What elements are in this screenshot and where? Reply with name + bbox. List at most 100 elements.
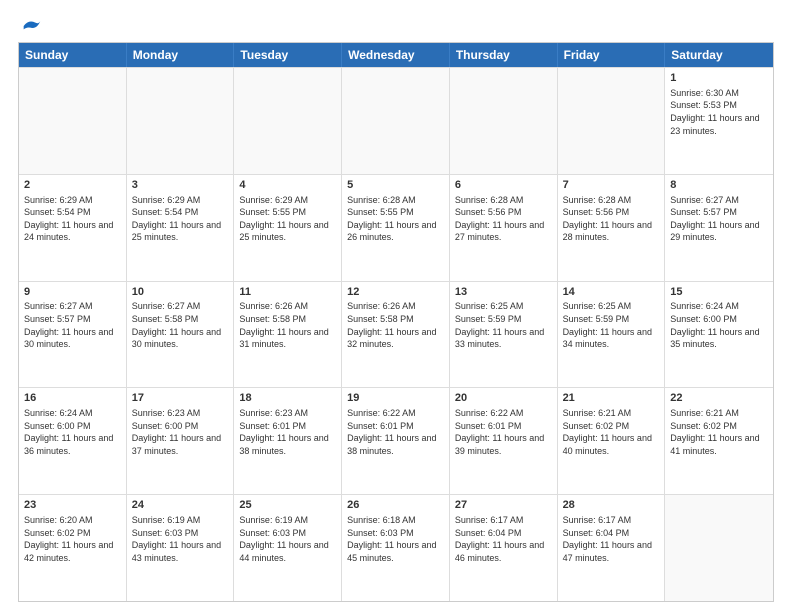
calendar-cell-2-5: 6Sunrise: 6:28 AM Sunset: 5:56 PM Daylig… xyxy=(450,175,558,281)
cell-info: Sunrise: 6:23 AM Sunset: 6:01 PM Dayligh… xyxy=(239,407,336,457)
day-number: 7 xyxy=(563,178,660,193)
day-number: 28 xyxy=(563,498,660,513)
cell-info: Sunrise: 6:27 AM Sunset: 5:58 PM Dayligh… xyxy=(132,300,229,350)
day-number: 2 xyxy=(24,178,121,193)
day-number: 27 xyxy=(455,498,552,513)
weekday-header-saturday: Saturday xyxy=(665,43,773,67)
cell-info: Sunrise: 6:26 AM Sunset: 5:58 PM Dayligh… xyxy=(347,300,444,350)
day-number: 22 xyxy=(670,391,768,406)
day-number: 12 xyxy=(347,285,444,300)
calendar-cell-2-2: 3Sunrise: 6:29 AM Sunset: 5:54 PM Daylig… xyxy=(127,175,235,281)
cell-info: Sunrise: 6:21 AM Sunset: 6:02 PM Dayligh… xyxy=(670,407,768,457)
logo xyxy=(18,16,42,34)
calendar: SundayMondayTuesdayWednesdayThursdayFrid… xyxy=(18,42,774,602)
cell-info: Sunrise: 6:26 AM Sunset: 5:58 PM Dayligh… xyxy=(239,300,336,350)
cell-info: Sunrise: 6:22 AM Sunset: 6:01 PM Dayligh… xyxy=(347,407,444,457)
header xyxy=(18,16,774,34)
calendar-cell-5-4: 26Sunrise: 6:18 AM Sunset: 6:03 PM Dayli… xyxy=(342,495,450,601)
page: SundayMondayTuesdayWednesdayThursdayFrid… xyxy=(0,0,792,612)
day-number: 9 xyxy=(24,285,121,300)
day-number: 1 xyxy=(670,71,768,86)
day-number: 16 xyxy=(24,391,121,406)
calendar-cell-2-3: 4Sunrise: 6:29 AM Sunset: 5:55 PM Daylig… xyxy=(234,175,342,281)
day-number: 6 xyxy=(455,178,552,193)
calendar-cell-2-1: 2Sunrise: 6:29 AM Sunset: 5:54 PM Daylig… xyxy=(19,175,127,281)
calendar-row-1: 1Sunrise: 6:30 AM Sunset: 5:53 PM Daylig… xyxy=(19,67,773,174)
calendar-row-4: 16Sunrise: 6:24 AM Sunset: 6:00 PM Dayli… xyxy=(19,387,773,494)
calendar-cell-2-7: 8Sunrise: 6:27 AM Sunset: 5:57 PM Daylig… xyxy=(665,175,773,281)
calendar-cell-1-4 xyxy=(342,68,450,174)
cell-info: Sunrise: 6:28 AM Sunset: 5:55 PM Dayligh… xyxy=(347,194,444,244)
calendar-cell-3-7: 15Sunrise: 6:24 AM Sunset: 6:00 PM Dayli… xyxy=(665,282,773,388)
cell-info: Sunrise: 6:25 AM Sunset: 5:59 PM Dayligh… xyxy=(455,300,552,350)
cell-info: Sunrise: 6:24 AM Sunset: 6:00 PM Dayligh… xyxy=(670,300,768,350)
day-number: 14 xyxy=(563,285,660,300)
cell-info: Sunrise: 6:18 AM Sunset: 6:03 PM Dayligh… xyxy=(347,514,444,564)
calendar-cell-3-4: 12Sunrise: 6:26 AM Sunset: 5:58 PM Dayli… xyxy=(342,282,450,388)
weekday-header-sunday: Sunday xyxy=(19,43,127,67)
calendar-header: SundayMondayTuesdayWednesdayThursdayFrid… xyxy=(19,43,773,67)
day-number: 21 xyxy=(563,391,660,406)
calendar-cell-3-2: 10Sunrise: 6:27 AM Sunset: 5:58 PM Dayli… xyxy=(127,282,235,388)
cell-info: Sunrise: 6:27 AM Sunset: 5:57 PM Dayligh… xyxy=(24,300,121,350)
day-number: 8 xyxy=(670,178,768,193)
cell-info: Sunrise: 6:23 AM Sunset: 6:00 PM Dayligh… xyxy=(132,407,229,457)
calendar-cell-2-4: 5Sunrise: 6:28 AM Sunset: 5:55 PM Daylig… xyxy=(342,175,450,281)
calendar-cell-5-3: 25Sunrise: 6:19 AM Sunset: 6:03 PM Dayli… xyxy=(234,495,342,601)
day-number: 18 xyxy=(239,391,336,406)
calendar-cell-4-4: 19Sunrise: 6:22 AM Sunset: 6:01 PM Dayli… xyxy=(342,388,450,494)
calendar-row-5: 23Sunrise: 6:20 AM Sunset: 6:02 PM Dayli… xyxy=(19,494,773,601)
cell-info: Sunrise: 6:19 AM Sunset: 6:03 PM Dayligh… xyxy=(132,514,229,564)
day-number: 24 xyxy=(132,498,229,513)
calendar-cell-4-1: 16Sunrise: 6:24 AM Sunset: 6:00 PM Dayli… xyxy=(19,388,127,494)
calendar-cell-5-7 xyxy=(665,495,773,601)
cell-info: Sunrise: 6:17 AM Sunset: 6:04 PM Dayligh… xyxy=(455,514,552,564)
calendar-cell-5-2: 24Sunrise: 6:19 AM Sunset: 6:03 PM Dayli… xyxy=(127,495,235,601)
weekday-header-monday: Monday xyxy=(127,43,235,67)
weekday-header-tuesday: Tuesday xyxy=(234,43,342,67)
cell-info: Sunrise: 6:21 AM Sunset: 6:02 PM Dayligh… xyxy=(563,407,660,457)
day-number: 23 xyxy=(24,498,121,513)
day-number: 5 xyxy=(347,178,444,193)
cell-info: Sunrise: 6:28 AM Sunset: 5:56 PM Dayligh… xyxy=(563,194,660,244)
calendar-cell-4-6: 21Sunrise: 6:21 AM Sunset: 6:02 PM Dayli… xyxy=(558,388,666,494)
weekday-header-wednesday: Wednesday xyxy=(342,43,450,67)
cell-info: Sunrise: 6:28 AM Sunset: 5:56 PM Dayligh… xyxy=(455,194,552,244)
calendar-cell-1-6 xyxy=(558,68,666,174)
calendar-cell-5-1: 23Sunrise: 6:20 AM Sunset: 6:02 PM Dayli… xyxy=(19,495,127,601)
calendar-cell-4-3: 18Sunrise: 6:23 AM Sunset: 6:01 PM Dayli… xyxy=(234,388,342,494)
day-number: 3 xyxy=(132,178,229,193)
calendar-cell-1-5 xyxy=(450,68,558,174)
day-number: 25 xyxy=(239,498,336,513)
cell-info: Sunrise: 6:29 AM Sunset: 5:54 PM Dayligh… xyxy=(24,194,121,244)
calendar-cell-4-2: 17Sunrise: 6:23 AM Sunset: 6:00 PM Dayli… xyxy=(127,388,235,494)
cell-info: Sunrise: 6:25 AM Sunset: 5:59 PM Dayligh… xyxy=(563,300,660,350)
day-number: 15 xyxy=(670,285,768,300)
calendar-cell-5-5: 27Sunrise: 6:17 AM Sunset: 6:04 PM Dayli… xyxy=(450,495,558,601)
logo-bird-icon xyxy=(22,16,42,36)
calendar-cell-1-3 xyxy=(234,68,342,174)
cell-info: Sunrise: 6:30 AM Sunset: 5:53 PM Dayligh… xyxy=(670,87,768,137)
weekday-header-thursday: Thursday xyxy=(450,43,558,67)
cell-info: Sunrise: 6:24 AM Sunset: 6:00 PM Dayligh… xyxy=(24,407,121,457)
day-number: 11 xyxy=(239,285,336,300)
day-number: 4 xyxy=(239,178,336,193)
day-number: 17 xyxy=(132,391,229,406)
calendar-cell-3-5: 13Sunrise: 6:25 AM Sunset: 5:59 PM Dayli… xyxy=(450,282,558,388)
calendar-body: 1Sunrise: 6:30 AM Sunset: 5:53 PM Daylig… xyxy=(19,67,773,601)
calendar-cell-4-5: 20Sunrise: 6:22 AM Sunset: 6:01 PM Dayli… xyxy=(450,388,558,494)
cell-info: Sunrise: 6:19 AM Sunset: 6:03 PM Dayligh… xyxy=(239,514,336,564)
cell-info: Sunrise: 6:22 AM Sunset: 6:01 PM Dayligh… xyxy=(455,407,552,457)
calendar-cell-3-3: 11Sunrise: 6:26 AM Sunset: 5:58 PM Dayli… xyxy=(234,282,342,388)
cell-info: Sunrise: 6:20 AM Sunset: 6:02 PM Dayligh… xyxy=(24,514,121,564)
calendar-cell-1-7: 1Sunrise: 6:30 AM Sunset: 5:53 PM Daylig… xyxy=(665,68,773,174)
cell-info: Sunrise: 6:17 AM Sunset: 6:04 PM Dayligh… xyxy=(563,514,660,564)
day-number: 13 xyxy=(455,285,552,300)
cell-info: Sunrise: 6:29 AM Sunset: 5:54 PM Dayligh… xyxy=(132,194,229,244)
calendar-cell-3-1: 9Sunrise: 6:27 AM Sunset: 5:57 PM Daylig… xyxy=(19,282,127,388)
day-number: 19 xyxy=(347,391,444,406)
day-number: 20 xyxy=(455,391,552,406)
day-number: 10 xyxy=(132,285,229,300)
calendar-cell-5-6: 28Sunrise: 6:17 AM Sunset: 6:04 PM Dayli… xyxy=(558,495,666,601)
calendar-cell-3-6: 14Sunrise: 6:25 AM Sunset: 5:59 PM Dayli… xyxy=(558,282,666,388)
